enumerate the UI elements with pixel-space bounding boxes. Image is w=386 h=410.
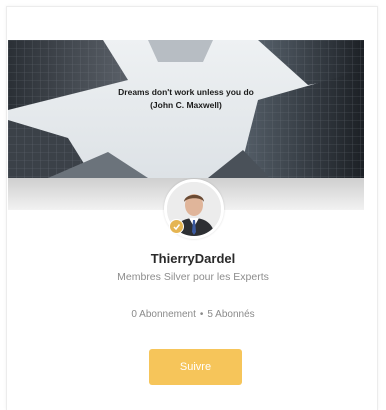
- profile-stats: 0 Abonnement • 5 Abonnés: [0, 309, 386, 320]
- stats-separator: •: [199, 309, 204, 320]
- following-count[interactable]: 0 Abonnement: [131, 309, 196, 320]
- follow-button[interactable]: Suivre: [149, 349, 242, 385]
- cover-quote: Dreams don't work unless you do (John C.…: [8, 86, 364, 112]
- quote-author: (John C. Maxwell): [150, 100, 222, 110]
- profile-role: Membres Silver pour les Experts: [117, 271, 269, 283]
- quote-text: Dreams don't work unless you do: [118, 87, 254, 97]
- profile-name[interactable]: ThierryDardel: [0, 251, 386, 266]
- followers-count[interactable]: 5 Abonnés: [207, 309, 254, 320]
- silver-badge-icon: [169, 219, 184, 234]
